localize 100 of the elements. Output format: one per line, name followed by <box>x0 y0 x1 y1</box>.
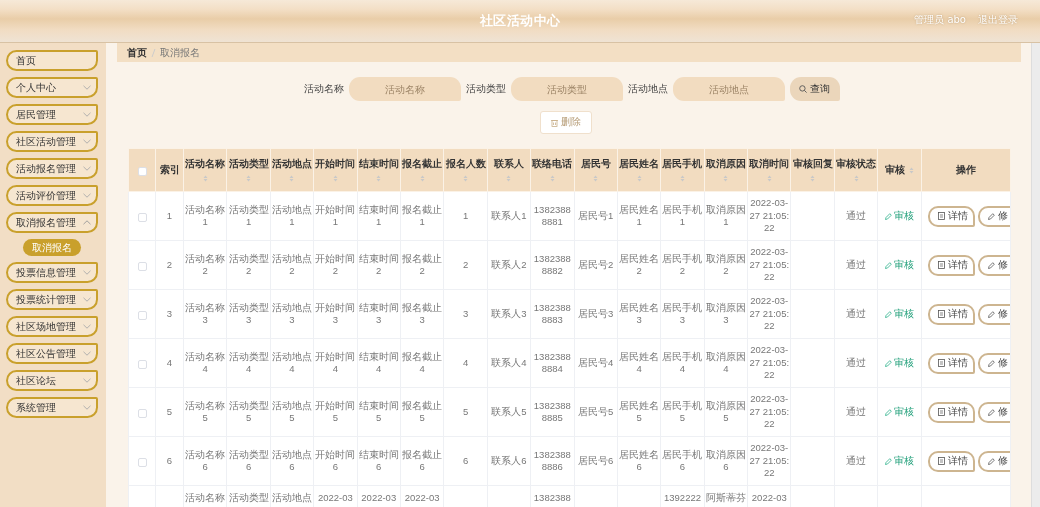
sidebar-item[interactable]: 社区公告管理 <box>6 343 98 364</box>
table-cell: 6 <box>166 454 173 468</box>
sidebar-item[interactable]: 投票信息管理 <box>6 262 98 283</box>
table-cell: 1 <box>462 209 469 223</box>
table-cell: 报名截止3 <box>402 301 443 327</box>
table-cell: 开始时间5 <box>315 399 356 425</box>
table-cell: 活动类型1 <box>228 203 269 229</box>
sidebar-item[interactable]: 取消报名管理 <box>6 212 98 233</box>
edit-button[interactable]: 修 <box>978 205 1010 227</box>
details-button[interactable]: 详情 <box>928 254 976 276</box>
table-cell: 活动地点3 <box>271 301 312 327</box>
checkbox[interactable] <box>137 310 147 320</box>
breadcrumb-link[interactable]: 取消报名 <box>160 45 200 60</box>
table-cell: 活动名称3 <box>185 301 226 327</box>
table-cell: 联系人4 <box>491 356 527 370</box>
audit-link[interactable]: 审核 <box>885 258 915 272</box>
details-button[interactable]: 详情 <box>928 352 976 374</box>
pen-icon <box>885 408 893 416</box>
table-cell: 活动地点6 <box>271 448 312 474</box>
sidebar-item[interactable]: 首页 <box>6 50 98 71</box>
table-cell: 联系人5 <box>491 405 527 419</box>
sidebar-item[interactable]: 投票统计管理 <box>6 289 98 310</box>
table-cell: 居民号1 <box>578 209 614 223</box>
details-button[interactable]: 详情 <box>928 205 976 227</box>
checkbox[interactable] <box>137 408 147 418</box>
table-cell: 活动类型2 <box>228 252 269 278</box>
audit-link[interactable]: 审核 <box>885 209 915 223</box>
edit-button[interactable]: 修 <box>978 401 1010 423</box>
table-cell: 联系人6 <box>491 454 527 468</box>
details-button[interactable]: 详情 <box>928 303 976 325</box>
table-cell: 联系人3 <box>491 307 527 321</box>
sidebar-item[interactable]: 居民管理 <box>6 104 98 125</box>
sidebar-item[interactable]: 系统管理 <box>6 397 98 418</box>
search-button[interactable]: 查询 <box>789 77 840 101</box>
checkbox[interactable] <box>137 359 147 369</box>
table-cell: 报名截止5 <box>402 399 443 425</box>
audit-link[interactable]: 审核 <box>885 356 915 370</box>
sidebar-item[interactable]: 社区场地管理 <box>6 316 98 337</box>
details-button[interactable]: 详情 <box>928 401 976 423</box>
scrollbar[interactable] <box>1031 43 1040 507</box>
table-cell: 结束时间2 <box>358 252 399 278</box>
table-cell: 取消原因4 <box>705 350 746 376</box>
details-button[interactable]: 详情 <box>928 450 976 472</box>
table-cell: 报名截止2 <box>402 252 443 278</box>
table-cell: 居民手机1 <box>662 203 703 229</box>
table-cell: 活动地点4 <box>271 350 312 376</box>
table-cell: 取消原因3 <box>705 301 746 327</box>
table-cell: 活动地点2 <box>271 252 312 278</box>
pen-icon <box>988 408 996 416</box>
audit-link[interactable]: 审核 <box>885 307 915 321</box>
table-cell: 5 <box>166 405 173 419</box>
checkbox[interactable] <box>137 261 147 271</box>
search-field[interactable]: 活动地点 <box>672 77 785 101</box>
table-cell: 6 <box>462 454 469 468</box>
audit-link[interactable]: 审核 <box>885 454 915 468</box>
table-cell: 2022-03-27 21:05:22 <box>749 393 790 431</box>
table-cell: 2022-03 <box>404 492 440 505</box>
edit-button[interactable]: 修 <box>978 352 1010 374</box>
table-cell: 1392222 <box>664 492 701 505</box>
sidebar-item[interactable]: 社区论坛 <box>6 370 98 391</box>
breadcrumb-link[interactable]: 首页 <box>127 45 147 60</box>
document-icon <box>938 261 946 269</box>
pen-icon <box>988 212 996 220</box>
table-cell: 活动名称1 <box>185 203 226 229</box>
table-cell: 通过 <box>846 454 867 468</box>
edit-button[interactable]: 修 <box>978 450 1010 472</box>
table-cell: 2022-03-27 21:05:22 <box>749 442 790 480</box>
table-cell-text: 13823888882 <box>532 252 572 278</box>
table-cell: 通过 <box>846 356 867 370</box>
checkbox[interactable] <box>137 212 147 222</box>
table-cell: 通过 <box>846 258 867 272</box>
sidebar-item[interactable]: 社区活动管理 <box>6 131 98 152</box>
column-header[interactable]: 操作 <box>956 163 977 177</box>
table-cell-text: 13823888881 <box>532 203 572 229</box>
checkbox[interactable] <box>137 166 147 176</box>
table-cell: 开始时间6 <box>315 448 356 474</box>
table-cell: 居民号6 <box>578 454 614 468</box>
document-icon <box>938 310 946 318</box>
audit-link[interactable]: 审核 <box>885 405 915 419</box>
checkbox[interactable] <box>137 457 147 467</box>
table-cell: 1382388 <box>533 492 571 505</box>
sidebar-item[interactable]: 活动评价管理 <box>6 185 98 206</box>
table-cell: 2 <box>462 258 469 272</box>
search-field[interactable]: 活动名称 <box>348 77 461 101</box>
table-cell: 居民姓名6 <box>619 448 660 474</box>
table-cell: 开始时间3 <box>315 301 356 327</box>
table-cell: 居民姓名5 <box>619 399 660 425</box>
table-cell: 2022-03 <box>317 492 353 505</box>
app-title: 社区活动中心 <box>479 12 561 30</box>
search-field[interactable]: 活动类型 <box>510 77 623 101</box>
user-name: 管理员 abo <box>914 13 966 27</box>
table-cell: 2022-03-27 21:05:22 <box>749 295 790 333</box>
sidebar-item[interactable]: 活动报名管理 <box>6 158 98 179</box>
edit-button[interactable]: 修 <box>978 254 1010 276</box>
sidebar-item[interactable]: 个人中心 <box>6 77 98 98</box>
edit-button[interactable]: 修 <box>978 303 1010 325</box>
table-cell: 居民手机2 <box>662 252 703 278</box>
table-cell: 居民手机4 <box>662 350 703 376</box>
column-header[interactable]: 审核 <box>885 163 906 177</box>
table-cell: 居民号2 <box>578 258 614 272</box>
